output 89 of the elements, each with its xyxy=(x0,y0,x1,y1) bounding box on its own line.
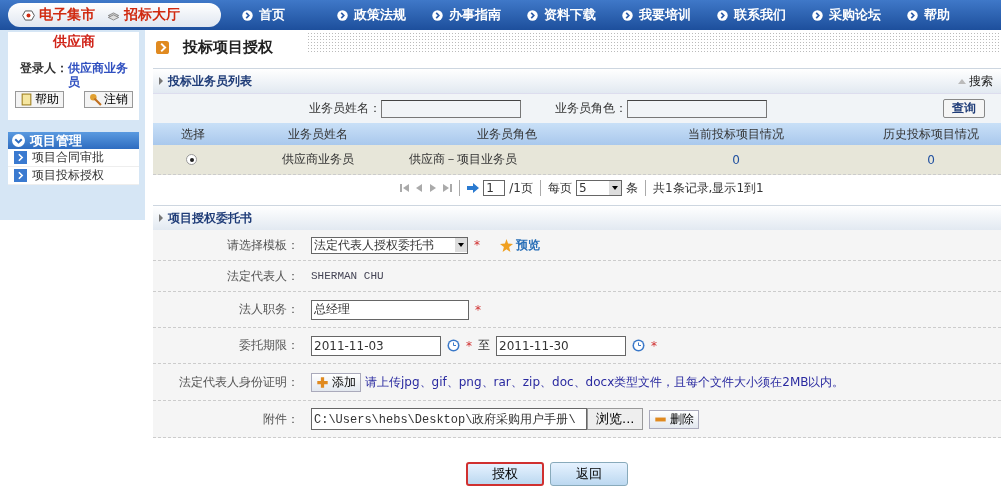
column-header: 选择 xyxy=(180,125,206,143)
nav-link[interactable]: 采购论坛 xyxy=(811,6,906,24)
file-path-field[interactable]: C:\Users\hebs\Desktop\政府采购用户手册\ xyxy=(311,408,587,430)
field-value: SHERMAN CHU xyxy=(311,270,384,282)
required-mark: * xyxy=(651,338,657,353)
brand-tab[interactable]: 招标大厅 xyxy=(107,6,180,24)
menu-header[interactable]: 项目管理 xyxy=(8,132,139,149)
first-page-icon xyxy=(400,183,411,193)
column-header: 业务员姓名 xyxy=(287,125,349,143)
upload-hint: 请上传jpg、gif、png、rar、zip、doc、docx类型文件，且每个文件大小须在2MB以内。 xyxy=(365,373,845,391)
arrow-circle-icon xyxy=(526,8,539,22)
login-user: 登录人：供应商业务员 xyxy=(18,61,129,89)
arrow-circle-icon xyxy=(241,8,254,22)
square-bullet-icon xyxy=(14,169,27,182)
input-field[interactable]: 总经理 xyxy=(311,299,469,320)
range-separator: 至 xyxy=(478,337,490,354)
per-page-label: 每页 xyxy=(548,179,572,197)
browse-button[interactable]: 浏览... xyxy=(587,408,644,430)
hexagon-logo-icon xyxy=(22,8,35,22)
last-page-icon xyxy=(442,183,453,193)
field-label: 业务员角色： xyxy=(555,100,627,117)
query-button[interactable]: 查询 xyxy=(943,99,985,118)
required-mark: * xyxy=(474,238,480,252)
record-summary: 共1条记录,显示1到1 xyxy=(653,179,764,197)
nav-link[interactable]: 办事指南 xyxy=(431,6,526,24)
table-cell-text: 0 xyxy=(731,152,741,167)
star-icon xyxy=(500,238,513,252)
field-label: 请选择模板： xyxy=(226,236,299,254)
nav-link[interactable]: 政策法规 xyxy=(336,6,431,24)
go-arrow-icon xyxy=(467,183,480,193)
field-label: 业务员姓名： xyxy=(309,100,381,117)
plus-icon xyxy=(316,375,329,389)
page-total: /1页 xyxy=(509,179,533,197)
menu-item[interactable]: 项目投标授权 xyxy=(8,167,139,185)
column-header: 当前投标项目情况 xyxy=(687,125,785,143)
field-label: 附件： xyxy=(262,410,299,428)
square-bullet-icon xyxy=(14,151,27,164)
table-cell-text: 供应商业务员 xyxy=(281,151,355,168)
key-icon xyxy=(88,93,102,106)
date-field[interactable]: 2011-11-03 xyxy=(311,335,441,356)
date-field[interactable]: 2011-11-30 xyxy=(496,335,626,356)
authorize-button[interactable]: 授权 xyxy=(466,462,544,486)
required-mark: * xyxy=(466,338,472,353)
brand-tab[interactable]: 电子集市 xyxy=(22,6,95,24)
logout-button[interactable]: 注销 xyxy=(83,91,133,108)
back-button[interactable]: 返回 xyxy=(550,462,628,486)
field-label: 法定代表人身份证明： xyxy=(178,373,299,391)
field-label: 法定代表人： xyxy=(226,267,299,285)
add-button[interactable]: 添加 xyxy=(311,372,361,392)
document-icon xyxy=(19,93,33,106)
arrow-circle-icon xyxy=(716,8,729,22)
required-mark: * xyxy=(475,302,481,317)
chevron-icon xyxy=(12,134,25,147)
nav-link[interactable]: 首页 xyxy=(241,6,336,24)
delete-button[interactable]: 删除 xyxy=(649,409,700,429)
search-toggle[interactable]: 搜索 xyxy=(958,72,993,90)
radio-button[interactable] xyxy=(186,154,197,165)
nav-link[interactable]: 联系我们 xyxy=(716,6,811,24)
role-title: 供应商 xyxy=(52,33,95,51)
template-select[interactable]: 法定代表人授权委托书 xyxy=(311,236,468,254)
field-label: 委托期限： xyxy=(238,337,299,354)
panel-title: 投标业务员列表 xyxy=(168,72,253,90)
arrow-square-icon xyxy=(156,40,169,54)
arrow-circle-icon xyxy=(811,8,824,22)
nav-link[interactable]: 资料下载 xyxy=(526,6,621,24)
nav-link[interactable]: 我要培训 xyxy=(621,6,716,24)
page-title: 投标项目授权 xyxy=(183,37,274,57)
column-header: 历史投标项目情况 xyxy=(882,125,980,143)
arrow-circle-icon xyxy=(336,8,349,22)
arrow-circle-icon xyxy=(906,8,919,22)
previous-page-icon xyxy=(414,183,425,193)
help-button[interactable]: 帮助 xyxy=(14,91,64,108)
arrow-circle-icon xyxy=(431,8,444,22)
panel-title: 项目授权委托书 xyxy=(168,209,253,227)
unit-label: 条 xyxy=(626,179,638,197)
per-page-select[interactable]: 5 xyxy=(576,180,622,196)
input-field[interactable] xyxy=(381,99,521,118)
input-field[interactable] xyxy=(627,99,767,118)
clock-icon xyxy=(447,339,460,352)
clock-icon xyxy=(632,339,645,352)
column-header: 业务员角色 xyxy=(476,125,538,143)
page-input[interactable]: 1 xyxy=(483,180,506,196)
field-label: 法人职务： xyxy=(238,301,299,318)
arrow-circle-icon xyxy=(621,8,634,22)
table-cell-text: 供应商－项目业务员 xyxy=(408,151,518,168)
preview-link[interactable]: 预览 xyxy=(500,236,540,254)
table-cell-text: 0 xyxy=(926,152,936,167)
nav-link[interactable]: 帮助 xyxy=(906,6,1001,24)
menu-item[interactable]: 项目合同审批 xyxy=(8,149,139,167)
